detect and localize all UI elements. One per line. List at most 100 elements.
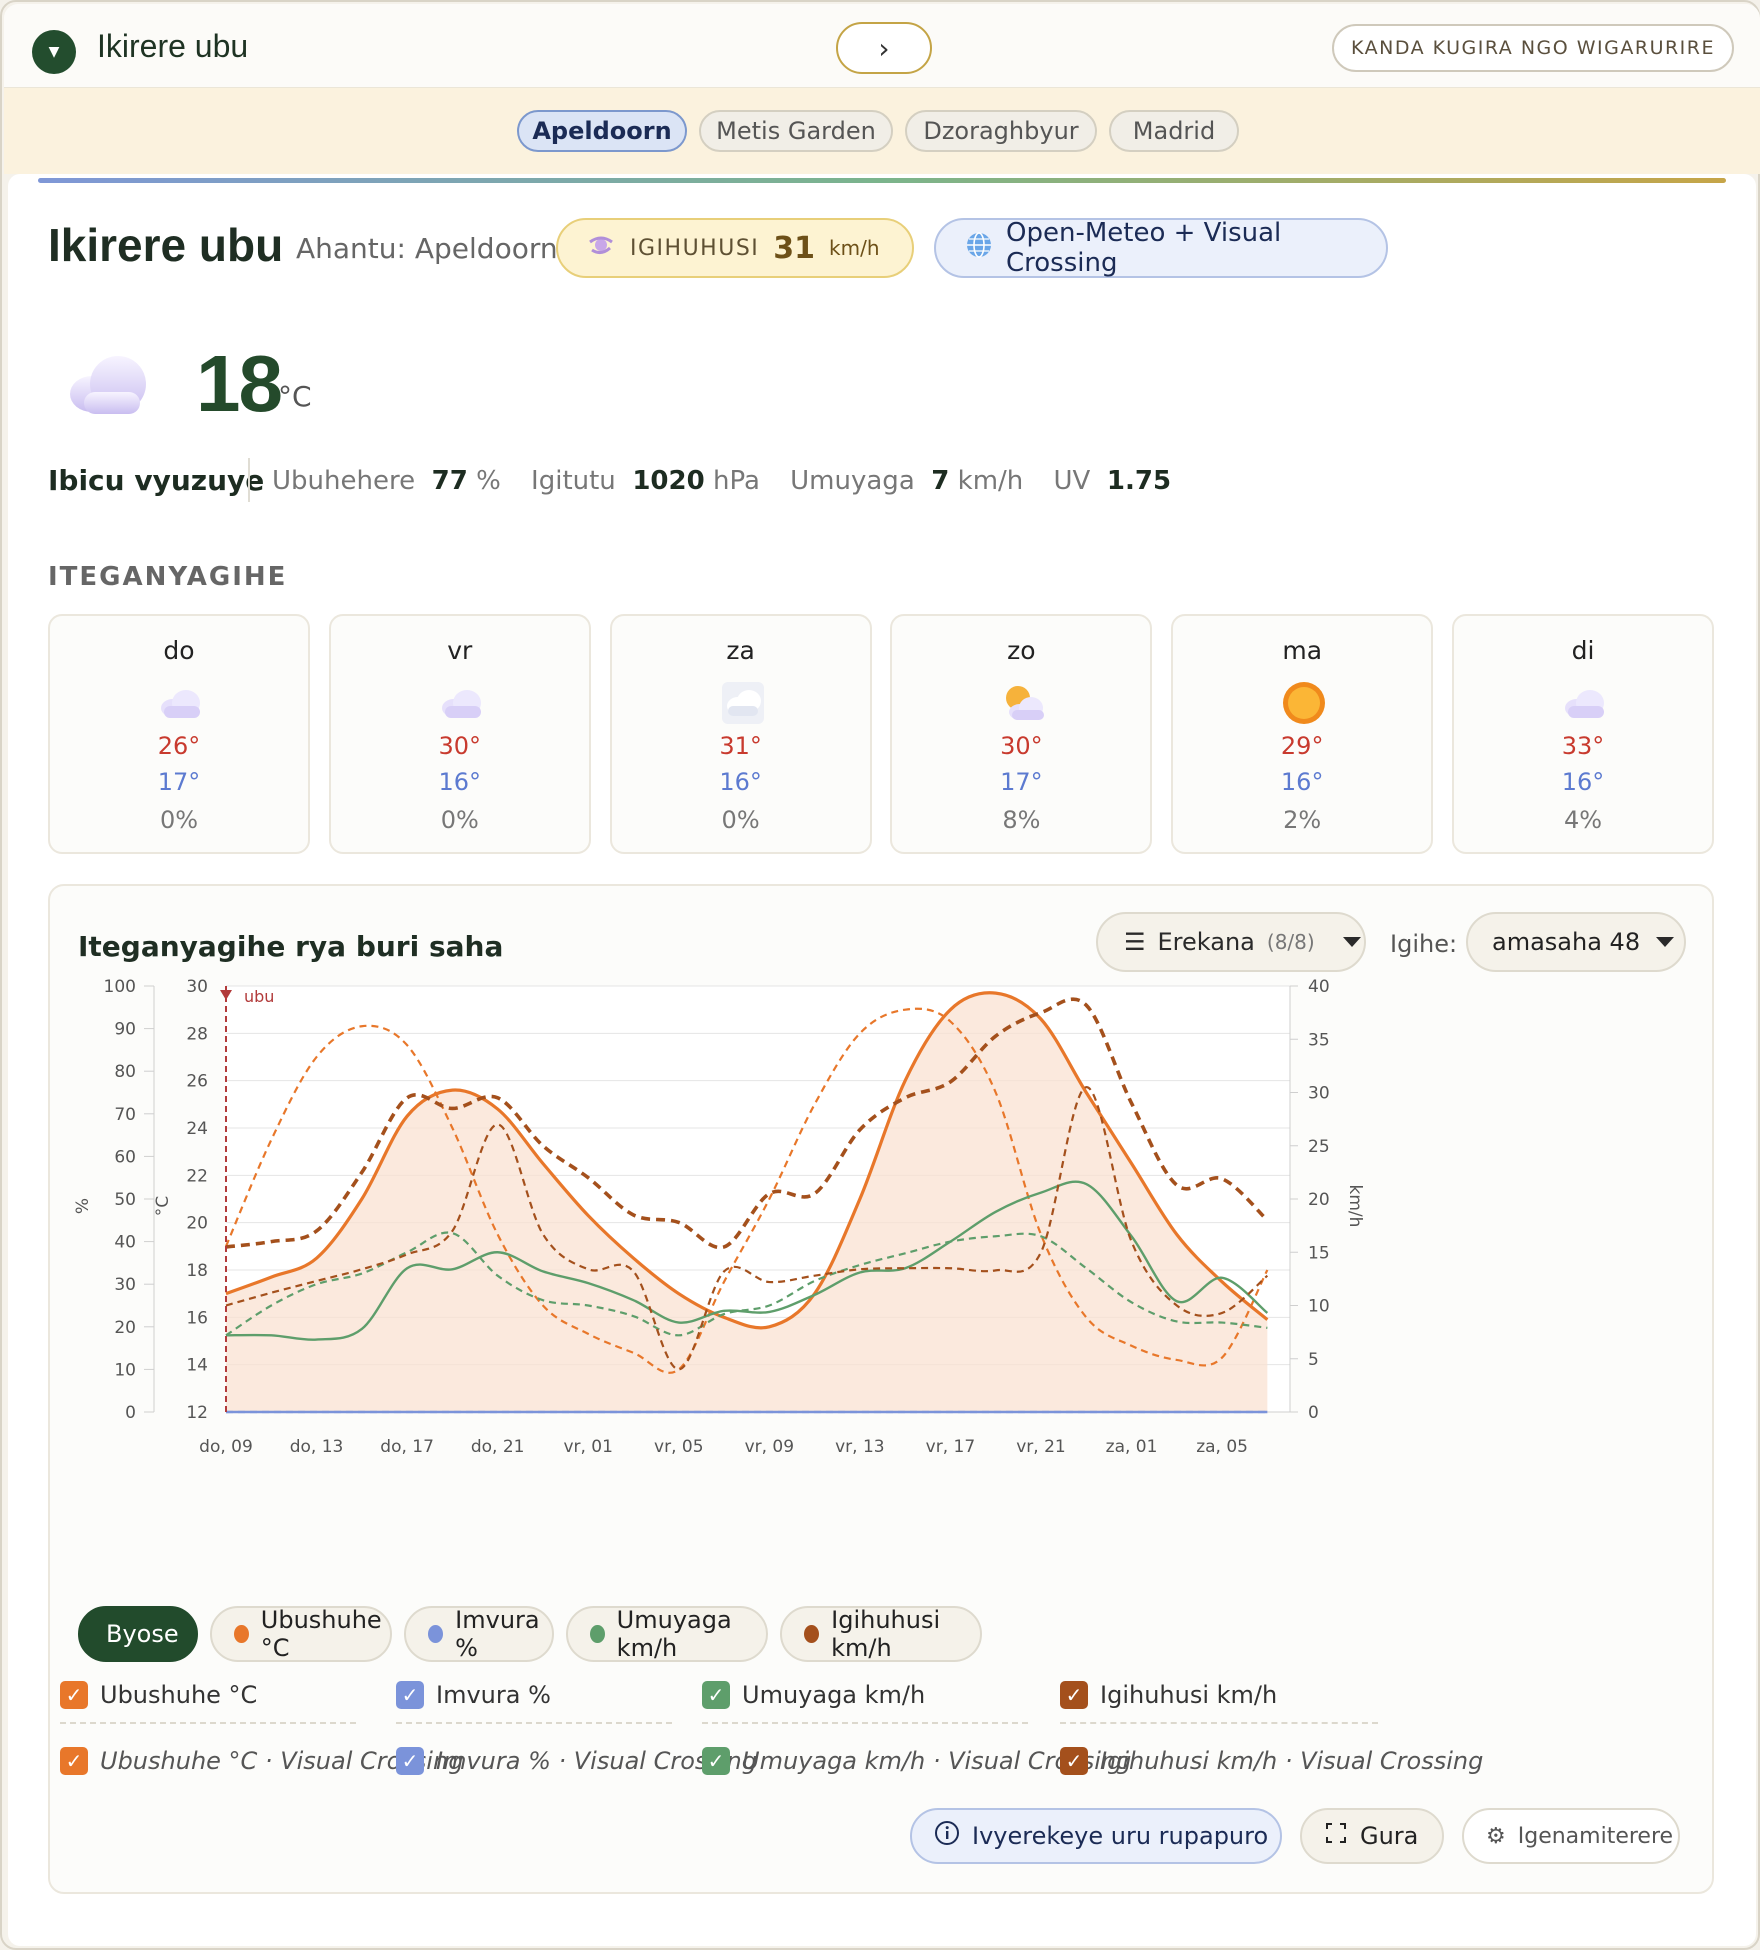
forecast-low: 16° [719,768,762,796]
tab-city-dzoraghbyur[interactable]: Dzoraghbyur [905,110,1097,152]
app-window: ▼ Ikirere ubu › KANDA KUGIRA NGO WIGARUR… [0,0,1760,1950]
checkbox-gust[interactable]: ✓ Igihuhusi km/h [1060,1674,1277,1716]
celsius-tick-label: 14 [186,1356,208,1376]
x-tick-label: do, 17 [380,1437,434,1457]
humidity-value: 77 [431,466,468,496]
chip-rain[interactable]: Imvura % [404,1606,554,1662]
chip-all[interactable]: Byose [78,1606,198,1662]
humidity-label: Ubuhehere [272,466,416,496]
celsius-tick-label: 24 [186,1119,208,1139]
checkbox-wind-label: Umuyaga km/h [742,1681,926,1709]
divider [702,1722,1028,1724]
kmh-tick-label: 5 [1308,1350,1319,1370]
check-icon: ✓ [1060,1747,1088,1775]
celsius-tick-label: 20 [186,1214,208,1234]
chip-wind[interactable]: Umuyaga km/h [566,1606,768,1662]
cloud-icon [156,678,206,728]
forecast-high: 30° [438,732,482,760]
page-info-button[interactable]: Ivyerekeye uru rupapuro [910,1808,1282,1864]
checkbox-rain-label: Imvura % [436,1681,551,1709]
celsius-tick-label: 26 [186,1072,208,1092]
forecast-precip: 4% [1563,806,1603,834]
percent-tick-label: 80 [114,1062,136,1082]
tab-city-madrid[interactable]: Madrid [1109,110,1239,152]
forecast-high: 29° [1280,732,1324,760]
location-label: Ahantu: Apeldoorn [296,232,558,265]
weather-card: Ikirere ubu Ahantu: Apeldoorn IGIHUHUSI … [8,174,1756,1946]
current-temperature: 18 [196,339,283,428]
range-label: Igihe: [1390,930,1458,958]
check-icon: ✓ [702,1747,730,1775]
hourly-chart[interactable]: 0102030405060708090100121416182022242628… [50,956,1712,1516]
forecast-high: 30° [1000,732,1043,760]
x-tick-label: vr, 17 [926,1437,976,1457]
hourly-panel: Iteganyagihe rya buri saha ☰ Erekana (8/… [48,884,1714,1894]
humidity-unit: % [476,466,501,496]
fullscreen-button[interactable]: Gura [1300,1808,1444,1864]
wind-label: Umuyaga [790,466,915,496]
forecast-day-card[interactable]: ma 29° 16° 2% [1171,614,1434,854]
kmh-tick-label: 15 [1308,1243,1330,1263]
percent-tick-label: 90 [114,1020,136,1040]
x-tick-label: do, 09 [199,1437,253,1457]
x-tick-label: vr, 01 [563,1437,613,1457]
settings-button[interactable]: ⚙ Igenamiterere [1462,1808,1680,1864]
forecast-low: 17° [1000,768,1043,796]
x-tick-label: za, 01 [1106,1437,1158,1457]
globe-icon [964,230,994,267]
percent-tick-label: 30 [114,1275,136,1295]
forecast-precip: 0% [159,806,199,834]
forecast-day-card[interactable]: do 26° 17° 0% [48,614,310,854]
checkbox-gust-vc[interactable]: ✓ Igihuhusi km/h · Visual Crossing [1060,1740,1483,1782]
check-icon: ✓ [702,1681,730,1709]
chip-temperature[interactable]: Ubushuhe °C [210,1606,392,1662]
chip-gust-label: Igihuhusi km/h [831,1606,941,1662]
expand-icon [1324,1821,1348,1851]
chip-gust[interactable]: Igihuhusi km/h [780,1606,982,1662]
percent-tick-label: 50 [114,1190,136,1210]
cloud-icon [66,352,152,422]
temperature-dot-icon [234,1625,249,1643]
temperature-unit: °C [278,380,312,413]
checkbox-rain[interactable]: ✓ Imvura % [396,1674,551,1716]
checkbox-gust-label: Igihuhusi km/h [1100,1681,1278,1709]
percent-tick-label: 60 [114,1147,136,1167]
percent-tick-label: 100 [104,977,136,997]
percent-tick-label: 40 [114,1233,136,1253]
x-tick-label: za, 05 [1196,1437,1248,1457]
accent-bar [38,178,1726,183]
forecast-day-card[interactable]: di 33° 16° 4% [1452,614,1714,854]
tab-city-apeldoorn[interactable]: Apeldoorn [517,110,687,152]
gust-unit: km/h [829,236,880,260]
next-button[interactable]: › [836,22,932,74]
divider [60,1722,356,1724]
kmh-tick-label: 30 [1308,1084,1330,1104]
forecast-day-card[interactable]: vr 30° 16° 0% [328,614,591,854]
forecast-day-card[interactable]: za 31° 16° 0% [609,614,872,854]
filter-count: (8/8) [1266,930,1315,954]
chip-temperature-label: Ubushuhe °C [260,1606,382,1662]
forecast-day-card[interactable]: zo 30° 17° 8% [890,614,1153,854]
chip-wind-label: Umuyaga km/h [616,1606,732,1662]
caret-down-icon [1342,937,1361,947]
restore-button[interactable]: KANDA KUGIRA NGO WIGARURIRE [1332,24,1734,72]
tab-city-metis-garden[interactable]: Metis Garden [699,110,893,152]
x-tick-label: vr, 05 [654,1437,704,1457]
celsius-tick-label: 30 [186,977,208,997]
forecast-high: 31° [719,732,762,760]
forecast-precip: 0% [721,806,760,834]
now-marker-label: ubu [244,987,274,1006]
percent-tick-label: 20 [114,1318,136,1338]
celsius-tick-label: 28 [186,1024,208,1044]
series-checkboxes: ✓ Ubushuhe °C ✓ Imvura % ✓ Umuyaga km/h ✓ Ig… [60,1674,1700,1716]
checkbox-temperature[interactable]: ✓ Ubushuhe °C [60,1674,257,1716]
kmh-tick-label: 40 [1308,977,1330,997]
check-icon: ✓ [60,1681,88,1709]
checkbox-wind[interactable]: ✓ Umuyaga km/h [702,1674,925,1716]
collapse-toggle-button[interactable]: ▼ [32,30,76,74]
x-tick-label: vr, 21 [1016,1437,1066,1457]
source-badge[interactable]: Open-Meteo + Visual Crossing [934,218,1388,278]
check-icon: ✓ [396,1681,424,1709]
x-tick-label: vr, 09 [745,1437,795,1457]
celsius-tick-label: 22 [186,1166,208,1186]
